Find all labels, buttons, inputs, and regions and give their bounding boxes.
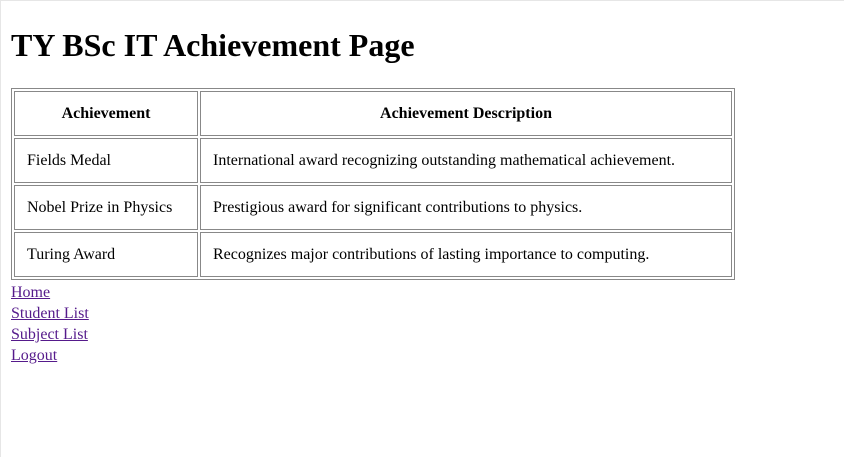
logout-link[interactable]: Logout bbox=[11, 345, 57, 366]
table-row: Turing Award Recognizes major contributi… bbox=[14, 232, 732, 277]
student-list-link[interactable]: Student List bbox=[11, 303, 89, 324]
achievement-table: Achievement Achievement Description Fiel… bbox=[11, 88, 735, 280]
achievement-cell: Nobel Prize in Physics bbox=[14, 185, 198, 230]
subject-list-link[interactable]: Subject List bbox=[11, 324, 88, 345]
page-content: TY BSc IT Achievement Page Achievement A… bbox=[11, 1, 831, 366]
browser-viewport: TY BSc IT Achievement Page Achievement A… bbox=[0, 0, 844, 457]
description-cell: International award recognizing outstand… bbox=[200, 138, 732, 183]
column-header-description: Achievement Description bbox=[200, 91, 732, 136]
description-cell: Recognizes major contributions of lastin… bbox=[200, 232, 732, 277]
description-cell: Prestigious award for significant contri… bbox=[200, 185, 732, 230]
achievement-cell: Turing Award bbox=[14, 232, 198, 277]
table-header-row: Achievement Achievement Description bbox=[14, 91, 732, 136]
table-row: Nobel Prize in Physics Prestigious award… bbox=[14, 185, 732, 230]
page-title: TY BSc IT Achievement Page bbox=[11, 27, 415, 63]
home-link[interactable]: Home bbox=[11, 282, 50, 303]
table-row: Fields Medal International award recogni… bbox=[14, 138, 732, 183]
achievement-cell: Fields Medal bbox=[14, 138, 198, 183]
column-header-achievement: Achievement bbox=[14, 91, 198, 136]
nav-links: Home Student List Subject List Logout bbox=[11, 282, 831, 366]
